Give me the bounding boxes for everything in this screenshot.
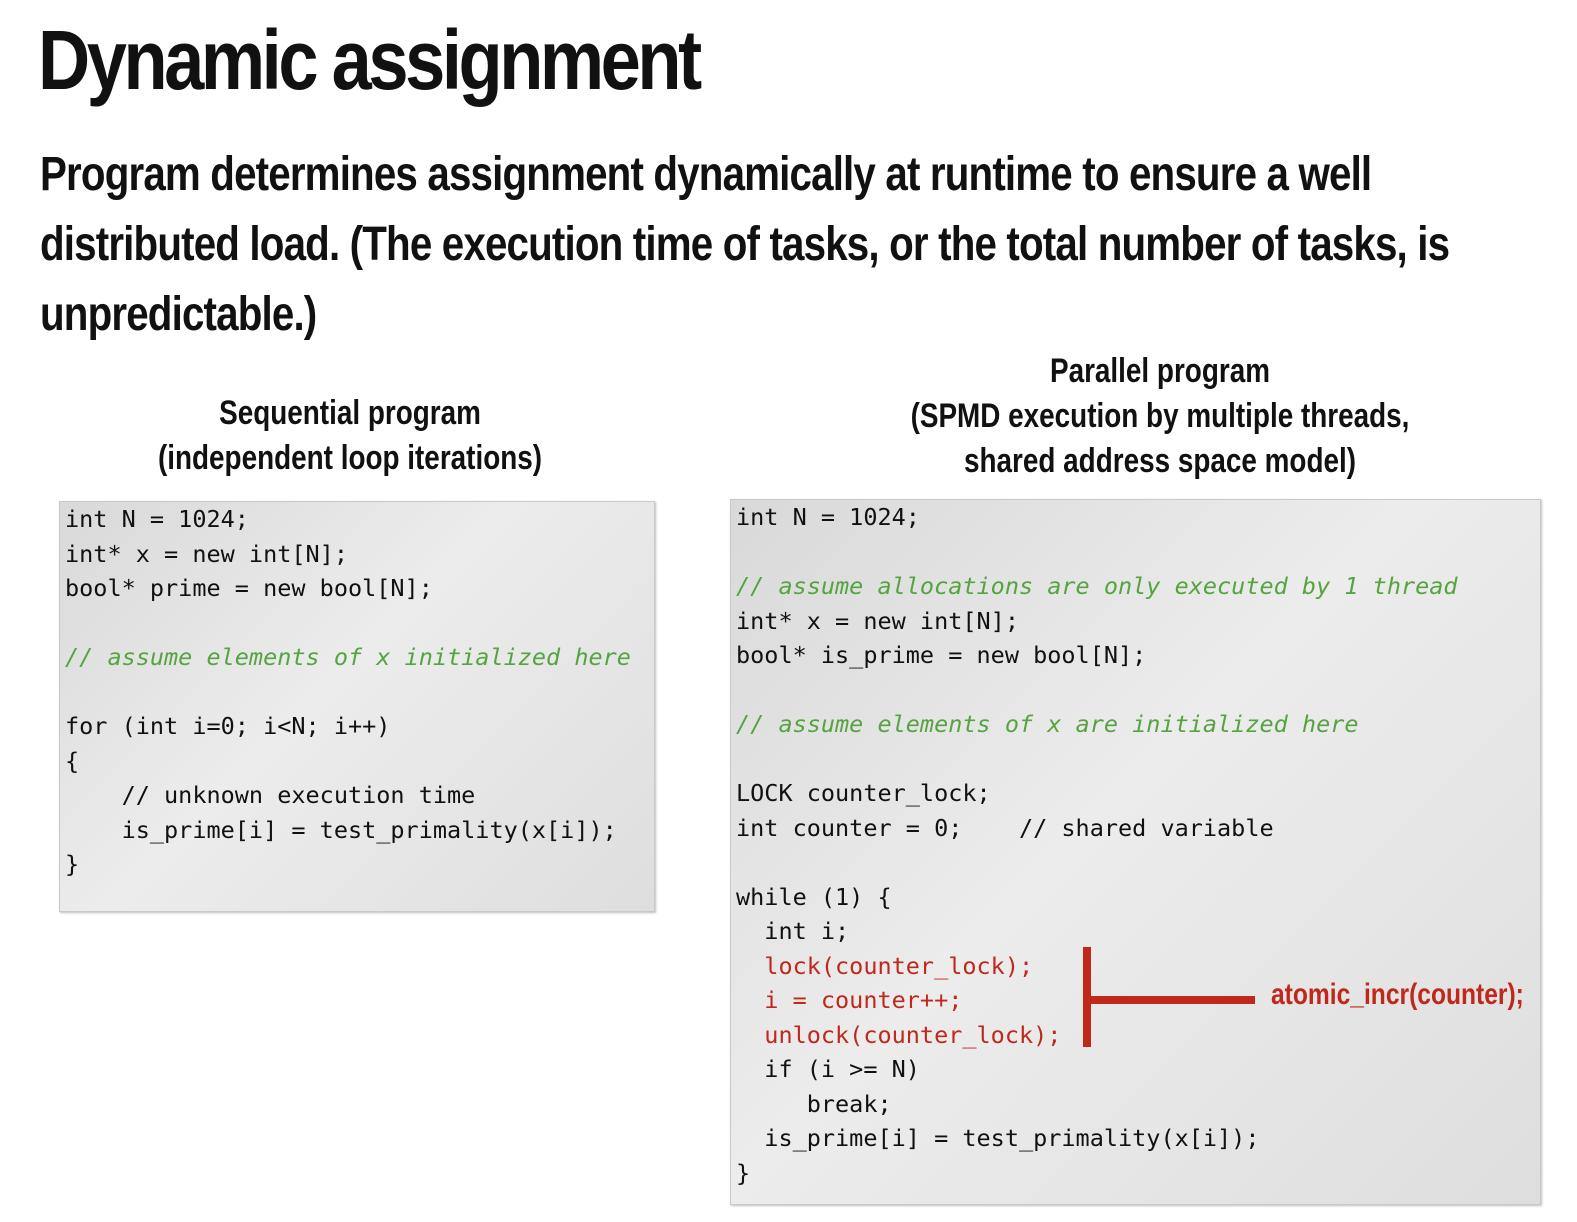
sequential-caption-subtitle: (independent loop iterations) bbox=[157, 439, 543, 477]
code-line: int* x = new int[N]; bbox=[65, 539, 348, 568]
parallel-code: int N = 1024; // assume allocations are o… bbox=[736, 500, 1458, 1190]
intro-text: Program determines assignment dynamicall… bbox=[40, 148, 1450, 341]
sequential-code-box: int N = 1024; int* x = new int[N]; bool* p… bbox=[59, 501, 655, 912]
code-line: is_prime[i] = test_primality(x[i]); bbox=[65, 815, 617, 844]
code-line: } bbox=[65, 850, 80, 878]
code-line: if (i >= N) bbox=[736, 1055, 920, 1083]
code-line: while (1) { bbox=[736, 882, 892, 911]
code-comment-line: // assume elements of x initialized here bbox=[65, 643, 631, 671]
code-line: // unknown execution time bbox=[65, 781, 476, 809]
code-line: { bbox=[65, 746, 80, 775]
code-line: LOCK counter_lock; bbox=[736, 779, 991, 807]
code-line: int counter = 0; // shared variable bbox=[736, 813, 1274, 842]
slide-title: Dynamic assignment bbox=[38, 13, 702, 107]
code-line: int i; bbox=[736, 917, 850, 945]
parallel-caption-subtitle-1: (SPMD execution by multiple threads, bbox=[910, 397, 1410, 435]
parallel-caption: Parallel program (SPMD execution by mult… bbox=[898, 349, 1423, 484]
parallel-caption-subtitle-2: shared address space model) bbox=[963, 442, 1357, 480]
parallel-caption-title: Parallel program bbox=[1049, 352, 1271, 390]
code-comment-line: // assume allocations are only executed … bbox=[736, 572, 1458, 600]
code-highlight-line: unlock(counter_lock); bbox=[736, 1020, 1062, 1049]
bracket-arrow-line bbox=[1090, 996, 1255, 1004]
sequential-caption: Sequential program (independent loop ite… bbox=[137, 391, 563, 481]
atomic-incr-annotation: atomic_incr(counter); bbox=[1271, 978, 1524, 1011]
code-line: bool* is_prime = new bool[N]; bbox=[736, 641, 1147, 669]
code-line: int N = 1024; bbox=[65, 505, 249, 533]
code-line: } bbox=[736, 1158, 751, 1187]
code-line: for (int i=0; i<N; i++) bbox=[65, 712, 391, 740]
code-line: int N = 1024; bbox=[736, 503, 920, 531]
code-line: bool* prime = new bool[N]; bbox=[65, 574, 433, 602]
code-line: is_prime[i] = test_primality(x[i]); bbox=[736, 1124, 1260, 1152]
code-comment-line: // assume elements of x are initialized … bbox=[736, 710, 1359, 738]
sequential-caption-title: Sequential program bbox=[219, 394, 481, 432]
sequential-code: int N = 1024; int* x = new int[N]; bool* p… bbox=[65, 502, 631, 882]
code-line: break; bbox=[736, 1089, 892, 1118]
code-line: int* x = new int[N]; bbox=[736, 606, 1019, 635]
parallel-code-box: int N = 1024; // assume allocations are o… bbox=[730, 499, 1541, 1205]
